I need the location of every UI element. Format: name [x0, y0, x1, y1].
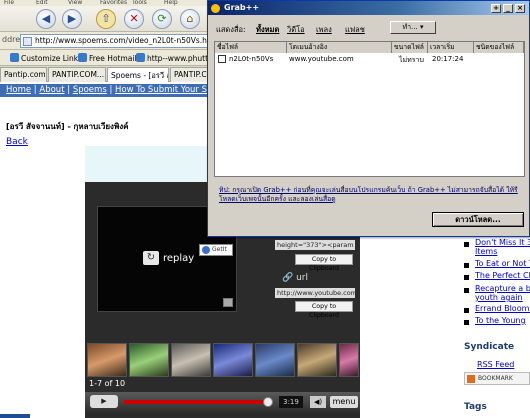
volume-icon[interactable]: ◀)	[310, 396, 326, 408]
row-checkbox[interactable]	[218, 55, 226, 63]
address-value: http://www.spoems.com/video_n2L0t-n50Vs.…	[35, 36, 210, 45]
grab-title-bar[interactable]: Grab++ + _ ×	[208, 1, 529, 15]
seek-handle[interactable]	[263, 397, 273, 407]
close-icon[interactable]: ×	[515, 4, 525, 13]
forward-icon[interactable]: ▶	[62, 9, 82, 29]
tip-note[interactable]: ทิป: กรุณาเปิด Grab++ ก่อนที่คุณจะเล่นสื…	[219, 186, 523, 204]
page-title: [อรวี สัจจานนท์] - กุหลาบเวียงพิงค์	[6, 122, 129, 131]
row-filename[interactable]: n2L0t-n50Vs	[229, 55, 273, 63]
related-link[interactable]: Errand Bloomin	[475, 304, 530, 313]
filter-flash[interactable]: แฟลช	[345, 24, 365, 36]
left-edge-tab	[0, 414, 30, 418]
getit-button[interactable]: GetIt	[199, 244, 233, 256]
back-link[interactable]: Back	[6, 137, 28, 147]
related-link[interactable]: To the Young	[475, 316, 526, 325]
copy-embed-button[interactable]: Copy to Clipboard	[295, 254, 353, 272]
thumbnail[interactable]	[171, 343, 211, 377]
site-nav: Home | About | Spoems | How To Submit Yo…	[0, 84, 210, 97]
thumbnail[interactable]	[213, 343, 253, 377]
thumbnail[interactable]	[339, 343, 359, 377]
nav-about[interactable]: About	[39, 85, 64, 95]
related-link[interactable]: To Eat or Not T	[475, 259, 530, 268]
thumbnail-count: 1-7 of 10	[89, 379, 126, 388]
related-link[interactable]: Don't Miss It 3	[475, 238, 530, 247]
copy-url-button[interactable]: Copy to Clipboard	[295, 301, 353, 319]
tab-pantip-3[interactable]: PANTIP.CO...	[170, 67, 210, 82]
link-icon	[78, 53, 87, 62]
bullet-icon	[464, 288, 469, 293]
tab-pantip-1[interactable]: Pantip.com : 3...	[0, 67, 47, 82]
column-domain[interactable]: โดเมนอ้างอิง	[287, 42, 392, 53]
url-label: 🔗 url	[282, 273, 308, 283]
bookmark-button[interactable]: BOOKMARK	[464, 372, 530, 385]
filter-all[interactable]: ทั้งหมด	[256, 24, 279, 36]
column-size[interactable]: ขนาดไฟล์	[392, 42, 428, 53]
nav-how-to-submit[interactable]: How To Submit Your Spoems	[115, 85, 210, 95]
related-thumbnails	[85, 343, 360, 383]
back-icon[interactable]: ◀	[36, 9, 56, 29]
syndicate-heading: Syndicate	[464, 342, 515, 352]
bullet-icon	[464, 308, 469, 313]
refresh-icon[interactable]: ⟳	[152, 9, 172, 29]
link-icon: 🔗	[282, 273, 294, 283]
row-time: 20:17:24	[432, 55, 464, 63]
related-link[interactable]: Items	[475, 247, 497, 256]
player-menu-button[interactable]: menu	[330, 396, 358, 408]
download-button[interactable]: ดาวน์โหลด...	[432, 212, 524, 227]
tags-heading: Tags	[464, 402, 487, 412]
filter-video[interactable]: วิดีโอ	[287, 24, 305, 36]
grab-icon	[202, 246, 210, 254]
thumbnail[interactable]	[297, 343, 337, 377]
chevron-down-icon: ▾	[419, 23, 424, 31]
nav-spoems[interactable]: Spoems	[73, 85, 107, 95]
rss-feed-link[interactable]: RSS Feed	[477, 360, 514, 369]
related-link[interactable]: The Perfect Ch	[475, 271, 530, 280]
address-input[interactable]: http://www.spoems.com/video_n2L0t-n50Vs.…	[20, 34, 210, 48]
links-item-hotmail[interactable]: Free Hotmail	[78, 53, 137, 63]
bullet-icon	[464, 275, 469, 280]
bullet-icon	[464, 320, 469, 325]
bullet-icon	[464, 242, 469, 247]
bullet-icon	[464, 263, 469, 268]
url-field[interactable]: http://www.youtube.com/	[275, 288, 355, 298]
replay-icon[interactable]: ↻	[143, 251, 159, 265]
media-list-header: ชื่อไฟล์ โดเมนอ้างอิง ขนาดไฟล์ เวลาเริ่ม…	[215, 42, 524, 53]
thumbnail[interactable]	[87, 343, 127, 377]
filter-music[interactable]: เพลง	[316, 24, 332, 36]
column-filename[interactable]: ชื่อไฟล์	[215, 42, 287, 53]
stop-icon[interactable]: ✕	[124, 9, 144, 29]
minimize-icon[interactable]: _	[503, 4, 513, 13]
bookmark-icon	[467, 375, 475, 383]
tab-pantip-2[interactable]: PANTIP.COM...	[48, 67, 106, 82]
related-link[interactable]: youth again	[475, 293, 523, 302]
time-display: 3:19	[279, 396, 303, 408]
pin-icon[interactable]: +	[491, 4, 501, 13]
show-media-label: แสดงสื่อ:	[216, 25, 246, 34]
grab-title: Grab++	[224, 3, 260, 12]
replay-label[interactable]: replay	[163, 253, 194, 264]
page-icon	[23, 37, 32, 46]
seek-bar[interactable]	[124, 400, 272, 404]
nav-home[interactable]: Home	[6, 85, 31, 95]
link-icon	[10, 53, 19, 62]
tab-spoems[interactable]: Spoems - [อรวี สัจจา...	[107, 67, 169, 82]
play-button[interactable]: ▶	[90, 395, 118, 408]
embed-code-field[interactable]: height="373"><param	[275, 240, 355, 250]
column-time[interactable]: เวลาเริ่ม	[428, 42, 474, 53]
thumbnail[interactable]	[255, 343, 295, 377]
column-type[interactable]: ชนิดของไฟล์	[474, 42, 524, 53]
row-domain: www.youtube.com	[289, 55, 354, 63]
home-icon[interactable]: ⌂	[180, 9, 200, 29]
grab-app-icon	[211, 4, 220, 13]
link-icon	[136, 53, 145, 62]
links-item-customize[interactable]: Customize Links	[10, 53, 82, 63]
thumbnail[interactable]	[129, 343, 169, 377]
upload-icon[interactable]: ⇧	[96, 9, 116, 29]
related-link[interactable]: Recapture a bi	[475, 284, 530, 293]
fullscreen-icon[interactable]	[223, 298, 233, 307]
more-button[interactable]: ทำ... ▾	[390, 21, 436, 34]
row-size: ไม่ทราบ	[399, 56, 424, 64]
